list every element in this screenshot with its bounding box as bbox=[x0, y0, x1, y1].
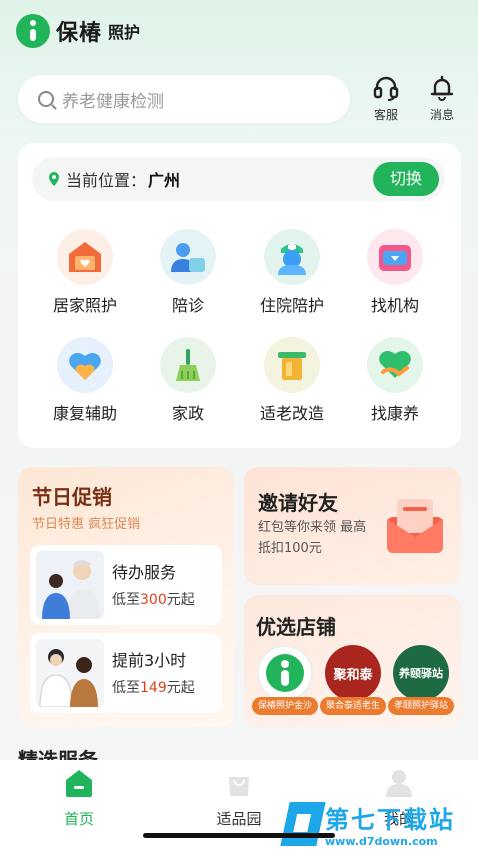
shops-title: 优选店铺 bbox=[256, 615, 336, 639]
search-placeholder: 养老健康检测 bbox=[62, 91, 164, 112]
bell-icon bbox=[430, 75, 454, 101]
invite-friends-card[interactable]: 邀请好友 红包等你来领 最高抵扣100元 bbox=[244, 467, 461, 585]
promo-item-name: 待办服务 bbox=[112, 563, 177, 582]
house-icon bbox=[57, 229, 113, 285]
shop-caption: 聚合泰适老生 bbox=[320, 697, 386, 715]
watermark-title: 第七下载站 bbox=[325, 806, 455, 834]
shop-logo: 养颐驿站 bbox=[393, 645, 449, 701]
shopping-bag-icon bbox=[229, 777, 249, 796]
shop-item[interactable]: 保椿照护金沙 bbox=[252, 645, 318, 715]
tab-shop[interactable]: 适品园 bbox=[194, 768, 284, 829]
service-renovation[interactable]: 适老改造 bbox=[237, 337, 347, 424]
customer-service-label: 客服 bbox=[373, 108, 398, 122]
home-icon bbox=[66, 770, 92, 797]
logo-mark-icon bbox=[16, 14, 50, 48]
caregiver-photo bbox=[36, 551, 104, 619]
tab-label: 适品园 bbox=[216, 810, 262, 828]
watermark-logo-icon bbox=[280, 802, 326, 846]
service-label: 找机构 bbox=[370, 296, 419, 315]
nurse-icon bbox=[264, 229, 320, 285]
escort-icon bbox=[160, 229, 216, 285]
headset-icon bbox=[373, 76, 399, 101]
brand-name: 保椿 bbox=[56, 20, 103, 46]
watermark: 第七下载站 www.d7down.com bbox=[280, 800, 455, 848]
section-title-peek: 精选服务 bbox=[18, 748, 98, 760]
heart-hand-icon bbox=[367, 337, 423, 393]
search-icon bbox=[38, 91, 54, 107]
search-bar[interactable]: 养老健康检测 bbox=[18, 75, 350, 123]
promo-item[interactable]: 提前3小时 低至149元起 bbox=[30, 633, 222, 713]
shop-logo bbox=[257, 645, 313, 701]
envelope-icon bbox=[387, 499, 443, 553]
service-home-care[interactable]: 居家照护 bbox=[30, 229, 140, 316]
customer-service-button[interactable]: 客服 bbox=[364, 74, 408, 123]
broom-icon bbox=[160, 337, 216, 393]
promo-item[interactable]: 待办服务 低至300元起 bbox=[30, 545, 222, 625]
invite-title: 邀请好友 bbox=[258, 491, 338, 515]
service-label: 找康养 bbox=[370, 404, 419, 423]
promo-item-price: 低至149元起 bbox=[112, 680, 195, 696]
shop-item[interactable]: 养颐驿站 孝颐照护驿站 bbox=[388, 645, 454, 715]
wallet-icon bbox=[367, 229, 423, 285]
brand-sub: 照护 bbox=[108, 23, 141, 42]
doctor-photo bbox=[36, 639, 104, 707]
heart-icon bbox=[57, 337, 113, 393]
invite-desc: 红包等你来领 最高抵扣100元 bbox=[258, 520, 367, 556]
service-label: 居家照护 bbox=[52, 296, 117, 315]
service-label: 住院陪护 bbox=[259, 296, 324, 315]
watermark-url: www.d7down.com bbox=[325, 835, 438, 848]
promo-item-name: 提前3小时 bbox=[112, 651, 187, 670]
promo-item-price: 低至300元起 bbox=[112, 592, 195, 608]
tab-home[interactable]: 首页 bbox=[34, 768, 124, 829]
messages-label: 消息 bbox=[429, 108, 454, 122]
featured-shops-card: 优选店铺 保椿照护金沙 聚和泰 聚合泰适老生 养颐驿站 孝颐照护驿站 bbox=[244, 595, 461, 727]
promo-title: 节日促销 bbox=[32, 485, 112, 509]
shop-item[interactable]: 聚和泰 聚合泰适老生 bbox=[320, 645, 386, 715]
service-label: 康复辅助 bbox=[52, 404, 117, 423]
service-find-institution[interactable]: 找机构 bbox=[340, 229, 450, 316]
location-bar: 当前位置： 广州 切换 bbox=[32, 157, 445, 201]
messages-button[interactable]: 消息 bbox=[420, 74, 464, 123]
shop-caption: 保椿照护金沙 bbox=[252, 697, 318, 715]
shop-caption: 孝颐照护驿站 bbox=[388, 697, 454, 715]
location-pin-icon bbox=[49, 172, 59, 186]
renovation-icon bbox=[264, 337, 320, 393]
service-rehab[interactable]: 康复辅助 bbox=[30, 337, 140, 424]
promo-subtitle: 节日特惠 疯狂促销 bbox=[32, 517, 141, 532]
switch-city-button[interactable]: 切换 bbox=[373, 162, 439, 196]
service-label: 适老改造 bbox=[259, 404, 324, 423]
top-bar: 保椿 照护 bbox=[0, 0, 478, 60]
home-indicator bbox=[143, 833, 335, 838]
shop-logo: 聚和泰 bbox=[325, 645, 381, 701]
service-label: 家政 bbox=[171, 404, 204, 423]
tab-label: 首页 bbox=[63, 810, 94, 828]
location-city: 广州 bbox=[148, 171, 181, 190]
service-find-wellness[interactable]: 找康养 bbox=[340, 337, 450, 424]
brand-logo-icon bbox=[266, 654, 304, 692]
service-label: 陪诊 bbox=[171, 296, 204, 315]
services-card: 当前位置： 广州 切换 居家照护 陪诊 住院陪护 找机构 康复辅助 家政 适老改… bbox=[18, 143, 461, 448]
service-hospital-care[interactable]: 住院陪护 bbox=[237, 229, 347, 316]
location-label: 当前位置： bbox=[66, 171, 147, 190]
holiday-promo-card[interactable]: 节日促销 节日特惠 疯狂促销 待办服务 低至300元起 提前3小时 低至149元… bbox=[18, 467, 234, 727]
service-escort[interactable]: 陪诊 bbox=[133, 229, 243, 316]
user-icon bbox=[386, 770, 412, 797]
app-logo: 保椿 照护 bbox=[16, 14, 140, 48]
service-housekeeping[interactable]: 家政 bbox=[133, 337, 243, 424]
